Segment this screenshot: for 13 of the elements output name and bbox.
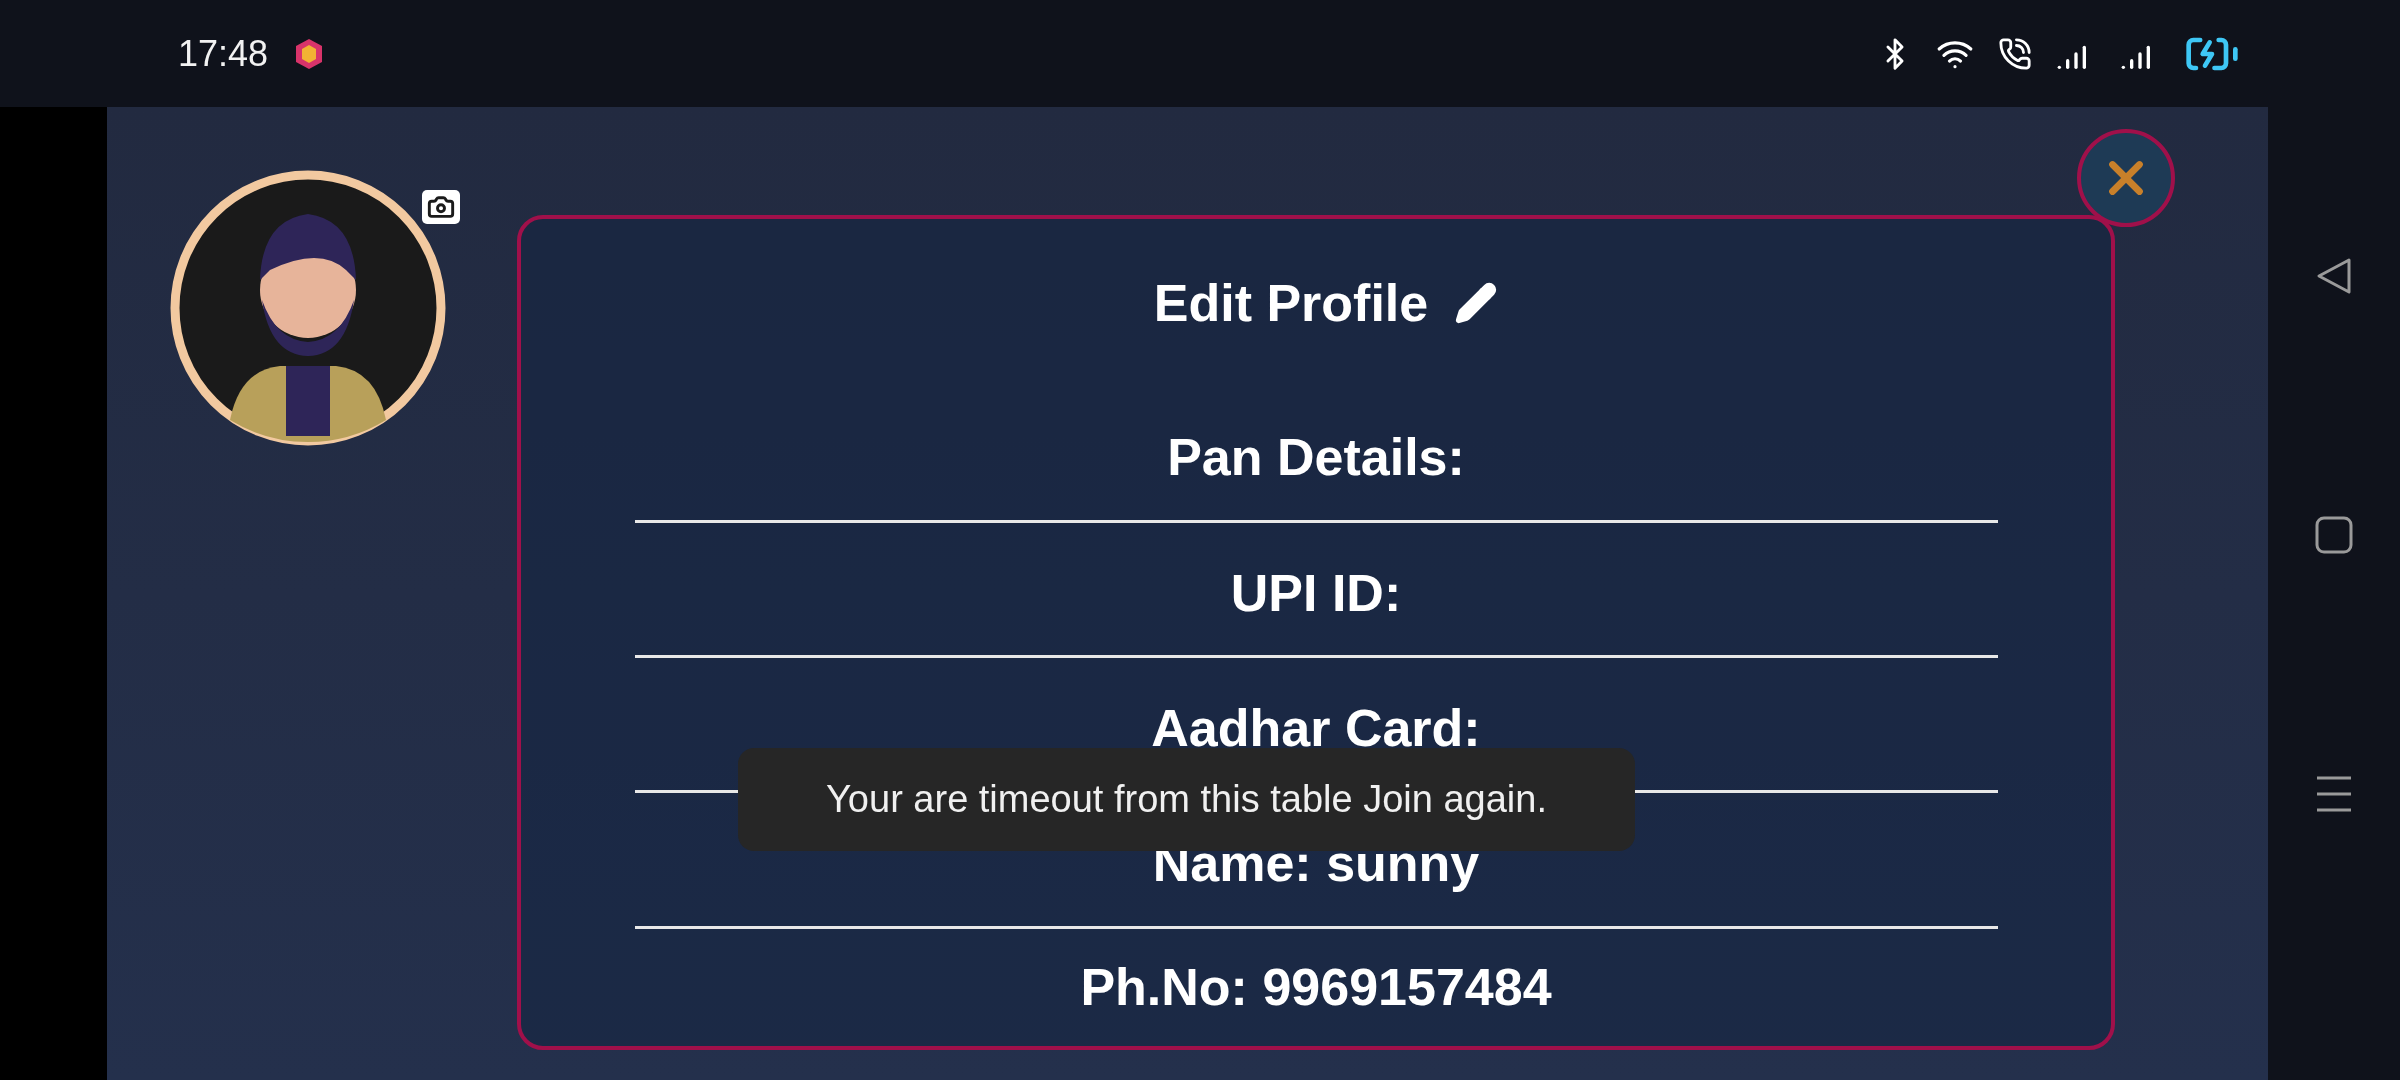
edit-icon[interactable] bbox=[1454, 281, 1499, 326]
toast-message: Your are timeout from this table Join again. bbox=[738, 748, 1635, 851]
profile-field: Ph.No: 9969157484 bbox=[1080, 957, 1552, 1018]
home-icon[interactable] bbox=[2315, 516, 2353, 554]
profile-field: Pan Details: bbox=[1167, 427, 1465, 488]
profile-field: UPI ID: bbox=[1230, 562, 1402, 623]
dialog-title: Edit Profile bbox=[1153, 273, 1429, 334]
back-icon[interactable] bbox=[2315, 257, 2353, 295]
wifi-call-icon bbox=[1998, 36, 2032, 71]
menu-icon[interactable] bbox=[2315, 775, 2353, 813]
camera-icon bbox=[427, 193, 455, 221]
camera-button[interactable] bbox=[422, 190, 460, 224]
clock-time: 17:48 bbox=[178, 32, 269, 75]
